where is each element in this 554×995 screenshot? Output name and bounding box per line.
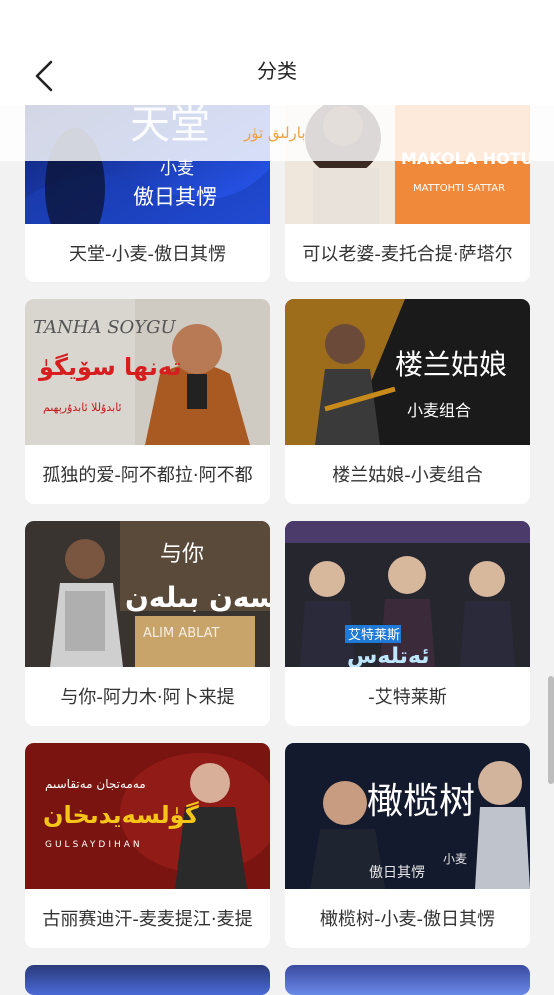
cover-text: 与你 [160, 542, 204, 567]
song-cover: 楼兰姑娘 小麦组合 [285, 299, 530, 445]
scrollbar[interactable] [548, 676, 554, 784]
cover-text: ئابدۇللا ئابدۇرېھىم [43, 401, 122, 414]
song-card[interactable]: 楼兰姑娘 小麦组合 楼兰姑娘-小麦组合 [285, 299, 530, 504]
song-title: 与你-阿力木·阿卜来提 [60, 687, 235, 708]
song-cover: 与你 سەن بىلەن ALIM ABLAT [25, 521, 270, 667]
cover-text: 橄榄树 [367, 781, 475, 822]
song-title: -艾特莱斯 [368, 687, 447, 708]
cover-text: گۈلسەيدىخان [43, 801, 199, 829]
cover-text: GULSAYDIHAN [45, 840, 143, 850]
song-card[interactable]: 与你 سەن بىلەن ALIM ABLAT 与你-阿力木·阿卜来提 [25, 521, 270, 726]
cover-text: ALIM ABLAT [143, 626, 220, 641]
song-title: 橄榄树-小麦-傲日其愣 [320, 909, 495, 930]
cover-text: 小麦 [443, 852, 467, 866]
song-cover: 艾特莱斯 ئەتلەس [285, 521, 530, 667]
cover-text: 傲日其愣 [369, 865, 425, 881]
song-title: 孤独的爱-阿不都拉·阿不都 [42, 465, 253, 486]
cover-text: 小麦 [160, 159, 194, 179]
song-card[interactable] [25, 965, 270, 995]
song-card[interactable] [285, 965, 530, 995]
cover-text: ئەتلەس [347, 644, 430, 667]
category-tab-bar: بارلىق تۈر [0, 105, 554, 161]
song-title: 古丽赛迪汗-麦麦提江·麦提 [42, 909, 253, 930]
cover-text: 楼兰姑娘 [395, 348, 507, 381]
song-card[interactable]: مەمەتجان مەتقاسىم گۈلسەيدىخان GULSAYDIHA… [25, 743, 270, 948]
song-card[interactable]: 艾特莱斯 ئەتلەس -艾特莱斯 [285, 521, 530, 726]
song-title: 可以老婆-麦托合提·萨塔尔 [302, 244, 513, 265]
song-cover: TANHA SOYGU تەنھا سۆيگۈ ئابدۇللا ئابدۇرې… [25, 299, 270, 445]
song-card[interactable]: TANHA SOYGU تەنھا سۆيگۈ ئابدۇللا ئابدۇرې… [25, 299, 270, 504]
song-cover: مەمەتجان مەتقاسىم گۈلسەيدىخان GULSAYDIHA… [25, 743, 270, 889]
song-cover: 橄榄树 傲日其愣 小麦 [285, 743, 530, 889]
cover-text: 艾特莱斯 [348, 628, 400, 643]
cover-text: مەمەتجان مەتقاسىم [45, 777, 146, 791]
cover-text: 小麦组合 [407, 401, 471, 420]
cover-text: TANHA SOYGU [33, 317, 177, 338]
top-bar: 分类 [0, 0, 554, 105]
cover-text: 傲日其愣 [133, 185, 217, 209]
song-title: 天堂-小麦-傲日其愣 [69, 244, 226, 265]
song-cover [285, 965, 530, 995]
page-title: 分类 [257, 59, 297, 83]
song-card[interactable]: 橄榄树 傲日其愣 小麦 橄榄树-小麦-傲日其愣 [285, 743, 530, 948]
song-cover [25, 965, 270, 995]
song-title: 楼兰姑娘-小麦组合 [332, 465, 483, 486]
tab-all[interactable]: بارلىق تۈر [244, 123, 306, 143]
cover-text: تەنھا سۆيگۈ [38, 353, 181, 381]
cover-text: سەن بىلەن [125, 581, 270, 614]
cover-text: MATTOHTI SATTAR [413, 183, 505, 194]
